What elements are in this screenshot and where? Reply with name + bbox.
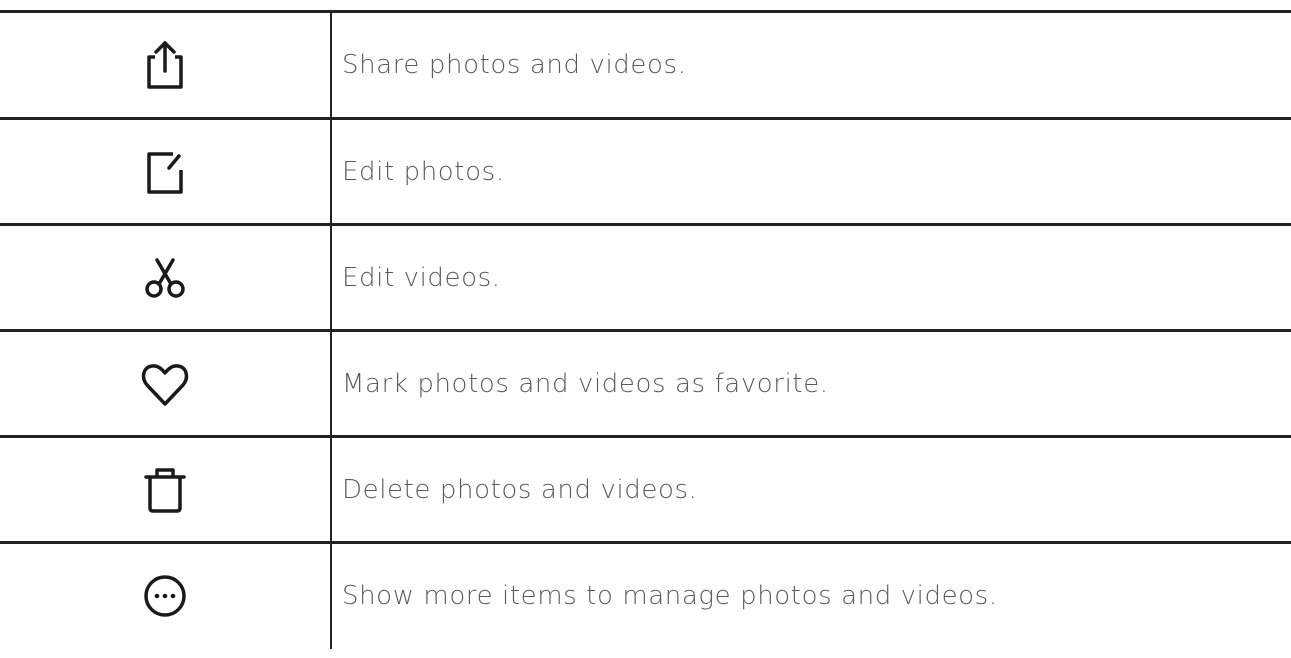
heart-icon [135,354,195,414]
description-text: Edit photos. [331,117,1291,225]
scissors-icon [135,248,195,308]
icon-cell [0,223,332,331]
description-text: Share photos and videos. [331,10,1291,119]
icon-cell [0,435,332,543]
table-row: Edit videos. [0,223,1291,331]
gallery-icon-table: Share photos and videos. Edit photos. Ed… [0,10,1291,649]
edit-photo-icon [135,142,195,202]
description-text: Mark photos and videos as favorite. [331,329,1291,437]
table-row: Mark photos and videos as favorite. [0,329,1291,437]
description-text: Delete photos and videos. [331,435,1291,543]
icon-cell [0,329,332,437]
share-icon [135,35,195,95]
trash-icon [135,460,195,520]
description-text: Show more items to manage photos and vid… [331,541,1291,649]
table-row: Share photos and videos. [0,10,1291,119]
more-icon [135,566,195,626]
icon-cell [0,10,332,119]
table-row: Edit photos. [0,117,1291,225]
icon-cell [0,117,332,225]
table-row: Show more items to manage photos and vid… [0,541,1291,649]
description-text: Edit videos. [331,223,1291,331]
table-row: Delete photos and videos. [0,435,1291,543]
icon-cell [0,541,332,649]
